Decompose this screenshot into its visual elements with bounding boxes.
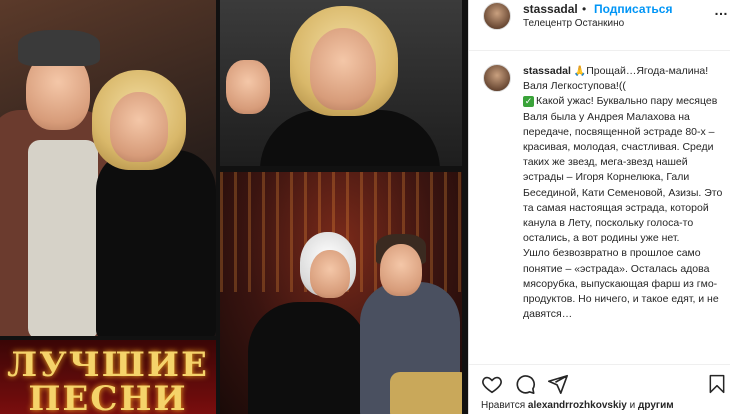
check-mark-emoji-icon: ✓ xyxy=(523,96,534,108)
comment-icon[interactable] xyxy=(514,373,536,395)
more-options-icon[interactable]: … xyxy=(714,2,729,18)
heart-icon[interactable] xyxy=(481,373,503,395)
author-avatar[interactable] xyxy=(483,2,511,30)
caption-text: stassadal 🙏Прощай…Ягода-малина! Валя Лег… xyxy=(523,64,727,322)
likes-user[interactable]: alexandrrozhkovskiy xyxy=(528,400,627,411)
likes-others[interactable]: другим xyxy=(638,400,674,411)
post-location[interactable]: Телецентр Останкино xyxy=(523,18,624,29)
share-icon[interactable] xyxy=(547,373,569,395)
likes-conj: и xyxy=(629,400,636,411)
post-header: stassadal • Подписаться Телецентр Останк… xyxy=(469,0,730,51)
post-media-collage[interactable]: ЛУЧШИЕ ПЕСНИ xyxy=(0,0,468,414)
pray-emoji-icon: 🙏 xyxy=(573,66,587,77)
caption-body-2: Ушло безвозвратно в прошлое само понятие… xyxy=(523,247,719,321)
header-separator: • xyxy=(582,2,587,16)
caption-username[interactable]: stassadal xyxy=(523,65,571,77)
action-bar: Нравится alexandrrozhkovskiy и другим xyxy=(469,364,730,415)
caption-body: Какой ужас! Буквально пару месяцев Валя … xyxy=(523,95,723,245)
author-username[interactable]: stassadal xyxy=(523,2,578,16)
post-details-panel: stassadal • Подписаться Телецентр Останк… xyxy=(468,0,730,414)
photo-tv-studio xyxy=(220,172,462,414)
instagram-post: ЛУЧШИЕ ПЕСНИ stassadal • Подписаться Тел… xyxy=(0,0,730,414)
likes-summary: Нравится alexandrrozhkovskiy и другим xyxy=(481,400,674,411)
bookmark-icon[interactable] xyxy=(707,373,727,395)
caption-author-avatar[interactable] xyxy=(483,64,511,92)
photo-promo-banner: ЛУЧШИЕ ПЕСНИ xyxy=(0,340,216,414)
likes-prefix: Нравится xyxy=(481,400,526,411)
promo-text: ЛУЧШИЕ ПЕСНИ xyxy=(7,345,209,414)
follow-button[interactable]: Подписаться xyxy=(594,2,672,16)
photo-couple-portrait xyxy=(0,0,216,336)
photo-waving-singer xyxy=(220,0,462,166)
